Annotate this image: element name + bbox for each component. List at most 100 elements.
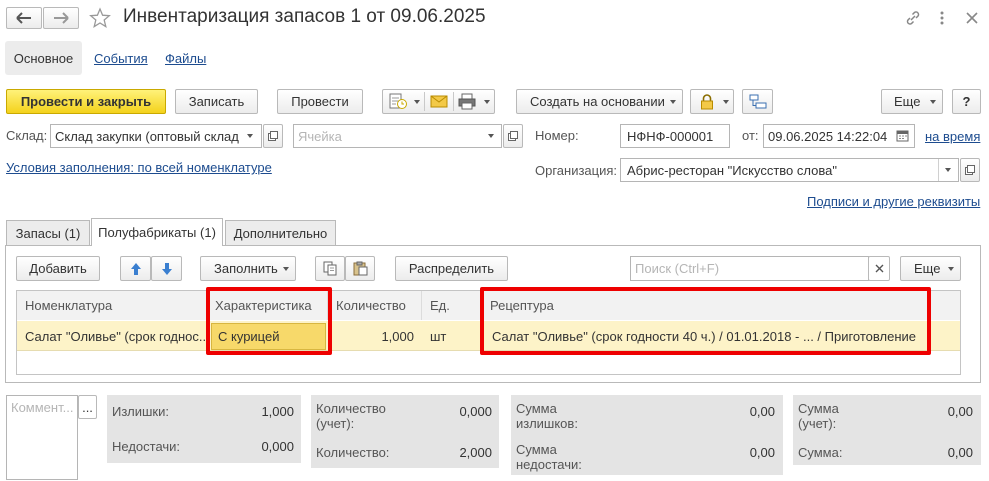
more-button[interactable]: Еще [881, 89, 943, 114]
search-clear-button[interactable] [868, 256, 890, 281]
star-icon[interactable] [89, 7, 111, 29]
copy-icon [323, 261, 336, 276]
more-vertical-icon[interactable] [938, 9, 946, 27]
qty-label: Количество: [316, 445, 390, 460]
tab-stocks[interactable]: Запасы (1) [6, 220, 90, 245]
cell-open-button[interactable] [503, 124, 523, 148]
search-placeholder: Поиск (Ctrl+F) [635, 261, 720, 276]
warehouse-value: Склад закупки (оптовый склад [55, 128, 239, 144]
organization-field[interactable]: Абрис-ресторан "Искусство слова" [620, 158, 959, 182]
lock-button[interactable] [690, 89, 734, 114]
tab-additional[interactable]: Дополнительно [225, 220, 336, 245]
search-input[interactable]: Поиск (Ctrl+F) [630, 256, 869, 281]
chevron-down-icon [414, 100, 420, 104]
add-button[interactable]: Добавить [16, 256, 100, 281]
fill-conditions-link[interactable]: Условия заполнения: по всей номенклатуре [6, 160, 272, 175]
post-and-close-button[interactable]: Провести и закрыть [6, 89, 166, 114]
tab-main[interactable]: Основное [5, 41, 82, 75]
calendar-icon[interactable] [896, 129, 909, 142]
back-button[interactable] [6, 7, 42, 29]
sum-account-value: 0,00 [947, 404, 973, 419]
close-icon [875, 264, 883, 273]
help-button[interactable]: ? [952, 89, 981, 114]
tab-semi-finished[interactable]: Полуфабрикаты (1) [91, 218, 223, 246]
more-label: Еще [894, 94, 921, 109]
date-label: от: [742, 128, 759, 143]
page-title: Инвентаризация запасов 1 от 09.06.2025 [123, 6, 486, 27]
sum-account-label: Сумма (учет): [798, 401, 839, 431]
email-button[interactable] [425, 91, 453, 112]
chevron-down-icon[interactable] [247, 134, 253, 138]
tab-additional-label: Дополнительно [233, 225, 328, 241]
chevron-down-icon [723, 100, 729, 104]
number-value: НФНФ-000001 [627, 128, 714, 144]
arrow-down-icon [161, 262, 172, 275]
chevron-down-icon [948, 267, 954, 271]
arrow-left-icon [16, 12, 31, 24]
clipboard-icon [353, 261, 367, 276]
warehouse-open-button[interactable] [263, 124, 283, 148]
cell-item[interactable]: Салат "Оливье" (срок годнос... [17, 321, 207, 351]
column-header-item[interactable]: Номенклатура [17, 291, 207, 320]
move-up-button[interactable] [120, 256, 151, 281]
number-field[interactable]: НФНФ-000001 [620, 124, 730, 148]
tab-main-label: Основное [13, 50, 74, 66]
paste-button[interactable] [345, 256, 375, 281]
report-button[interactable] [384, 91, 424, 112]
cell-field[interactable]: Ячейка [293, 124, 502, 148]
signatures-link[interactable]: Подписи и другие реквизиты [807, 194, 980, 209]
sum-shortage-value: 0,00 [749, 445, 775, 460]
sum-shortage-label: Сумма недостачи: [516, 442, 582, 472]
post-button[interactable]: Провести [277, 89, 363, 114]
tab-files[interactable]: Файлы [165, 51, 206, 66]
arrow-up-icon [130, 262, 141, 275]
open-window-icon [508, 131, 518, 141]
chevron-down-icon [930, 100, 936, 104]
chevron-down-icon[interactable] [488, 134, 494, 138]
move-down-button[interactable] [151, 256, 182, 281]
structure-button[interactable] [742, 89, 773, 114]
date-field[interactable]: 09.06.2025 14:22:04 [763, 124, 915, 148]
qty-value: 2,000 [459, 445, 492, 460]
chevron-down-icon[interactable] [945, 168, 951, 172]
sum-surplus-value: 0,00 [749, 404, 775, 419]
forward-button[interactable] [43, 7, 79, 29]
open-window-icon [965, 165, 975, 175]
sum-surplus-label: Сумма излишков: [516, 401, 578, 431]
copy-button[interactable] [315, 256, 345, 281]
tab-semi-finished-label: Полуфабрикаты (1) [98, 225, 216, 240]
cell-unit[interactable]: шт [422, 321, 482, 351]
shortage-label: Недостачи: [112, 439, 181, 454]
surplus-label: Излишки: [112, 404, 169, 419]
surplus-value: 1,000 [261, 404, 294, 419]
organization-open-button[interactable] [960, 158, 980, 182]
create-based-on-label: Создать на основании [530, 94, 665, 109]
sum-label: Сумма: [798, 445, 843, 460]
link-icon[interactable] [904, 9, 922, 27]
tab-events[interactable]: События [94, 51, 148, 66]
column-header-quantity[interactable]: Количество [328, 291, 422, 320]
fill-button[interactable]: Заполнить [200, 256, 296, 281]
warehouse-field[interactable]: Склад закупки (оптовый склад [50, 124, 262, 148]
cell-quantity[interactable]: 1,000 [328, 321, 422, 351]
printer-icon [458, 93, 476, 110]
column-header-unit[interactable]: Ед. [422, 291, 482, 320]
create-based-on-button[interactable]: Создать на основании [516, 89, 683, 114]
arrow-right-icon [54, 12, 69, 24]
comment-expand-button[interactable]: ... [78, 395, 97, 419]
close-icon[interactable] [965, 11, 979, 25]
print-button[interactable] [454, 91, 494, 112]
distribute-button[interactable]: Распределить [395, 256, 508, 281]
comment-field[interactable]: Коммент... [6, 395, 78, 480]
report-clock-icon [389, 93, 407, 109]
annotation-box-characteristic [206, 287, 332, 355]
shortage-value: 0,000 [261, 439, 294, 454]
table-more-button[interactable]: Еще [900, 256, 961, 281]
chevron-down-icon [670, 100, 676, 104]
table-more-label: Еще [914, 261, 941, 276]
organization-label: Организация: [535, 163, 618, 178]
save-button[interactable]: Записать [175, 89, 258, 114]
envelope-icon [430, 95, 448, 108]
on-time-link[interactable]: на время [925, 129, 980, 144]
qty-account-label: Количество (учет): [316, 401, 386, 431]
